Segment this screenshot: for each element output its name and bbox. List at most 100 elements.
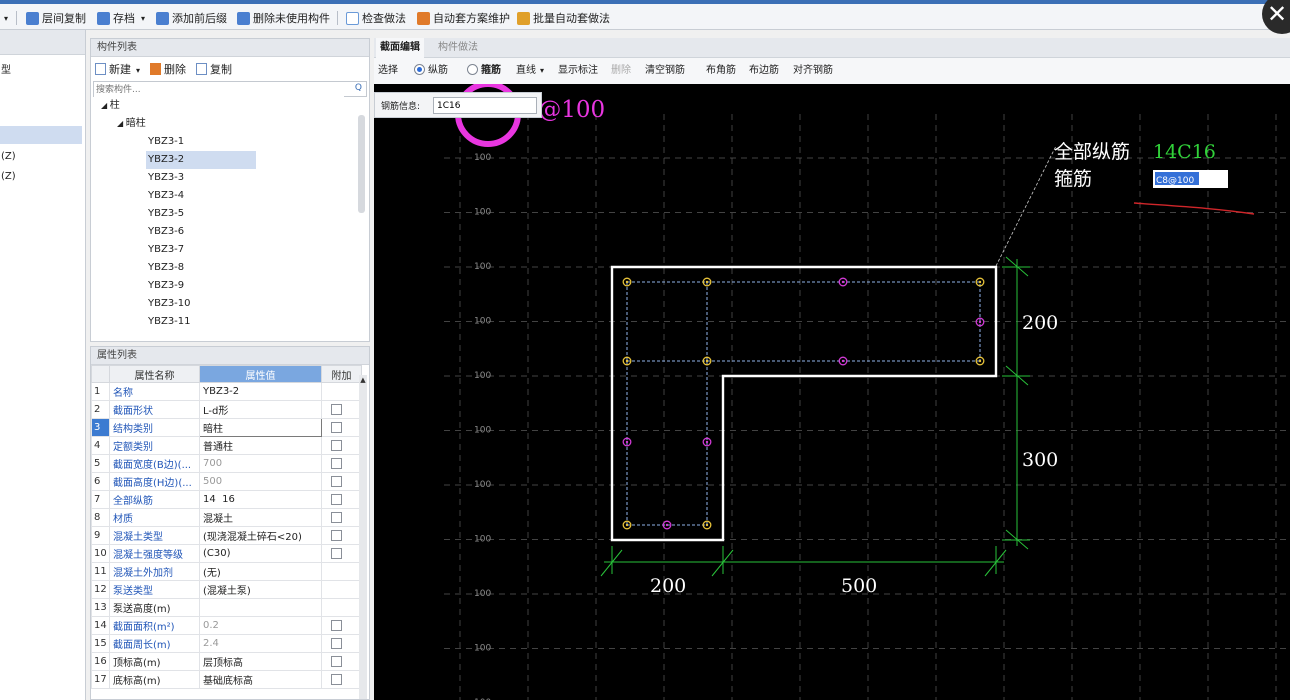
property-checkbox[interactable] bbox=[331, 529, 342, 541]
longitudinal-radio[interactable]: 纵筋 bbox=[414, 63, 448, 79]
property-row[interactable]: 8 材质 混凝土 bbox=[91, 508, 362, 527]
property-value[interactable]: YBZ3-2 bbox=[199, 382, 322, 401]
section-drawing-canvas[interactable]: 100100100100100100100100100100100 bbox=[374, 84, 1290, 700]
select-button[interactable]: 选择 bbox=[378, 63, 398, 79]
copy-member-button[interactable]: 复制 bbox=[196, 61, 232, 77]
tree-scrollbar[interactable] bbox=[358, 115, 365, 213]
tree-item[interactable]: YBZ3-9 bbox=[146, 277, 256, 295]
rebar-info-input[interactable] bbox=[433, 97, 537, 114]
delete-rebar-button[interactable]: 删除 bbox=[611, 63, 631, 79]
batch-auto-button[interactable]: 批量自动套做法 bbox=[517, 9, 610, 27]
tree-item[interactable]: YBZ3-5 bbox=[146, 205, 256, 223]
add-affix-button[interactable]: 添加前后缀 bbox=[156, 9, 227, 27]
tree-node-hidden-column[interactable]: ◢ 暗柱 bbox=[117, 115, 146, 133]
property-value[interactable]: (无) bbox=[199, 562, 322, 581]
auto-scheme-button[interactable]: 自动套方案维护 bbox=[417, 9, 510, 27]
line-dropdown[interactable]: 直线 ▾ bbox=[516, 63, 544, 79]
property-value[interactable]: 基础底标高 bbox=[199, 670, 322, 689]
properties-scrollbar[interactable]: ▲ bbox=[359, 375, 367, 699]
property-checkbox[interactable] bbox=[331, 421, 342, 433]
save-archive-button[interactable]: 存档 ▾ bbox=[97, 9, 145, 27]
left-nav-item[interactable]: 型 bbox=[0, 62, 11, 80]
property-checkbox[interactable] bbox=[331, 511, 342, 523]
new-member-button[interactable]: 新建 ▾ bbox=[95, 61, 140, 77]
property-row[interactable]: 11 混凝土外加剂 (无) bbox=[91, 562, 362, 581]
property-checkbox[interactable] bbox=[331, 403, 342, 415]
dimension-left-height[interactable]: 200 bbox=[1022, 312, 1058, 334]
property-value[interactable]: 2.4 bbox=[199, 634, 322, 653]
property-value[interactable]: (混凝土泵) bbox=[199, 580, 322, 599]
search-icon[interactable]: Q bbox=[355, 83, 362, 93]
property-value[interactable]: 普通柱 bbox=[199, 436, 322, 455]
property-row[interactable]: 10 混凝土强度等级 (C30) bbox=[91, 544, 362, 563]
tree-item[interactable]: YBZ3-1 bbox=[146, 133, 256, 151]
property-row[interactable]: 9 混凝土类型 (现浇混凝土碎石<20) bbox=[91, 526, 362, 545]
property-value[interactable] bbox=[199, 598, 322, 617]
property-value[interactable]: (C30) bbox=[199, 544, 322, 563]
property-value[interactable]: L-d形 bbox=[199, 400, 322, 419]
edge-rebar-point[interactable] bbox=[838, 356, 848, 366]
align-rebar-button[interactable]: 对齐钢筋 bbox=[793, 63, 833, 79]
tab-member-method[interactable]: 构件做法 bbox=[434, 38, 482, 58]
property-value[interactable]: 0.2 bbox=[199, 616, 322, 635]
property-checkbox[interactable] bbox=[331, 439, 342, 451]
property-checkbox[interactable] bbox=[331, 655, 342, 667]
property-row[interactable]: 13 泵送高度(m) bbox=[91, 598, 362, 617]
property-checkbox[interactable] bbox=[331, 547, 342, 559]
clear-rebar-button[interactable]: 清空钢筋 bbox=[645, 63, 685, 79]
property-value[interactable]: 暗柱 bbox=[199, 418, 322, 437]
left-nav-item[interactable]: (Z) bbox=[0, 168, 16, 186]
tab-section-edit[interactable]: 截面编辑 bbox=[376, 38, 424, 58]
property-row[interactable]: 17 底标高(m) 基础底标高 bbox=[91, 670, 362, 689]
tree-item-selected[interactable]: YBZ3-2 bbox=[146, 151, 256, 169]
check-method-button[interactable]: 检查做法 bbox=[346, 9, 406, 27]
property-row[interactable]: 3 结构类别 暗柱 bbox=[91, 418, 362, 437]
delete-unused-button[interactable]: 删除未使用构件 bbox=[237, 9, 330, 27]
scroll-up-icon[interactable]: ▲ bbox=[359, 375, 367, 385]
property-checkbox[interactable] bbox=[331, 493, 342, 505]
tree-item[interactable]: YBZ3-3 bbox=[146, 169, 256, 187]
tree-item[interactable]: YBZ3-8 bbox=[146, 259, 256, 277]
property-checkbox[interactable] bbox=[331, 619, 342, 631]
left-nav-selected-item[interactable] bbox=[0, 126, 82, 144]
stirrup-annotation-value[interactable]: C8@100 bbox=[1156, 176, 1194, 186]
tree-item[interactable]: YBZ3-10 bbox=[146, 295, 256, 313]
corner-rebar-button[interactable]: 布角筋 bbox=[706, 63, 736, 79]
tree-item[interactable]: YBZ3-6 bbox=[146, 223, 256, 241]
layer-copy-button[interactable]: 层间复制 bbox=[26, 9, 86, 27]
stirrup-annotation-label[interactable]: 箍筋 bbox=[1054, 168, 1092, 190]
property-value[interactable]: 700 bbox=[199, 454, 322, 473]
property-row[interactable]: 15 截面周长(m) 2.4 bbox=[91, 634, 362, 653]
longitudinal-annotation-value[interactable]: 14C16 bbox=[1153, 141, 1216, 163]
property-row[interactable]: 4 定额类别 普通柱 bbox=[91, 436, 362, 455]
property-row[interactable]: 1 名称 YBZ3-2 bbox=[91, 382, 362, 401]
close-icon[interactable]: ✕ bbox=[1262, 0, 1290, 34]
longitudinal-annotation-label[interactable]: 全部纵筋 bbox=[1054, 141, 1130, 163]
property-checkbox[interactable] bbox=[331, 637, 342, 649]
stirrup-radio[interactable]: 箍筋 bbox=[467, 63, 501, 79]
property-value[interactable]: 14 16 bbox=[199, 490, 322, 509]
property-value[interactable]: 层顶标高 bbox=[199, 652, 322, 671]
member-search-input[interactable] bbox=[94, 83, 344, 97]
dimension-right-height[interactable]: 300 bbox=[1022, 449, 1058, 471]
property-row[interactable]: 14 截面面积(m²) 0.2 bbox=[91, 616, 362, 635]
edge-rebar-point[interactable] bbox=[838, 277, 848, 287]
dropdown-arrow-button[interactable]: ▾ bbox=[4, 9, 8, 27]
property-checkbox[interactable] bbox=[331, 673, 342, 685]
left-nav-item[interactable]: (Z) bbox=[0, 148, 16, 166]
property-row[interactable]: 5 截面宽度(B边)(... 700 bbox=[91, 454, 362, 473]
edge-rebar-button[interactable]: 布边筋 bbox=[749, 63, 779, 79]
show-label-button[interactable]: 显示标注 bbox=[558, 63, 598, 79]
property-checkbox[interactable] bbox=[331, 475, 342, 487]
dimension-bottom-right[interactable]: 500 bbox=[841, 575, 877, 597]
property-row[interactable]: 2 截面形状 L-d形 bbox=[91, 400, 362, 419]
tree-node-column[interactable]: ◢ 柱 bbox=[101, 97, 120, 115]
tree-item[interactable]: YBZ3-4 bbox=[146, 187, 256, 205]
dimension-bottom-left[interactable]: 200 bbox=[650, 575, 686, 597]
tree-item[interactable]: YBZ3-7 bbox=[146, 241, 256, 259]
property-value[interactable]: 500 bbox=[199, 472, 322, 491]
section-outline[interactable] bbox=[610, 265, 998, 542]
property-row[interactable]: 7 全部纵筋 14 16 bbox=[91, 490, 362, 509]
property-row[interactable]: 6 截面高度(H边)(... 500 bbox=[91, 472, 362, 491]
property-checkbox[interactable] bbox=[331, 457, 342, 469]
